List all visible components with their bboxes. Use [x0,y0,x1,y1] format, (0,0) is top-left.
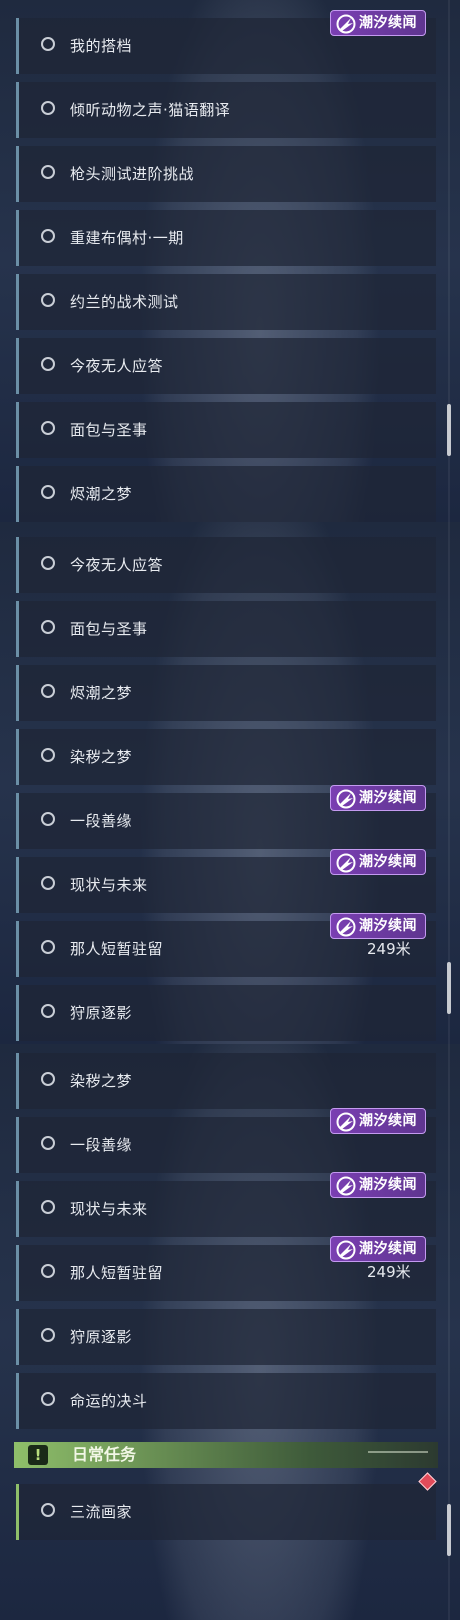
section-title: 日常任务 [72,1445,137,1464]
scrollbar-thumb[interactable] [447,962,451,1014]
circle-icon [41,357,55,371]
circle-icon [41,620,55,634]
quest-row[interactable]: 枪头测试进阶挑战 [16,146,436,202]
quest-row[interactable]: 重建布偶村·一期 [16,210,436,266]
quest-label: 染秽之梦 [70,1072,133,1090]
quest-list-panel-3: 染秽之梦 一段善缘 现状与未来 那人短暂驻留 狩原逐影 命运的决斗 潮汐续闻 潮… [0,1044,460,1620]
quest-label: 那人短暂驻留 [70,940,164,958]
badge-label: 潮汐续闻 [359,918,417,934]
circle-icon [41,1503,55,1517]
circle-icon [41,229,55,243]
badge-label: 潮汐续闻 [359,1113,417,1129]
quest-row[interactable]: 染秽之梦 [16,1053,436,1109]
tide-tale-badge: 潮汐续闻 [330,1236,426,1262]
badge-label: 潮汐续闻 [359,854,417,870]
quest-label: 面包与圣事 [70,421,148,439]
quest-row[interactable]: 约兰的战术测试 [16,274,436,330]
quest-row[interactable]: 面包与圣事 [16,601,436,657]
circle-icon [41,684,55,698]
circle-icon [41,1136,55,1150]
scrollbar-thumb[interactable] [447,404,451,456]
circle-icon [41,1004,55,1018]
distance-label: 249米 [367,1263,411,1281]
tide-tale-badge: 潮汐续闻 [330,913,426,939]
quest-row[interactable]: 今夜无人应答 [16,338,436,394]
circle-icon [41,1200,55,1214]
quest-label: 一段善缘 [70,1136,133,1154]
circle-icon [41,485,55,499]
quest-row[interactable]: 三流画家 [16,1484,436,1540]
tide-emblem-icon [336,14,356,34]
quest-list-panel-1: 我的搭档 倾听动物之声·猫语翻译 枪头测试进阶挑战 重建布偶村·一期 约兰的战术… [0,0,460,522]
quest-row[interactable]: 命运的决斗 [16,1373,436,1429]
quest-label: 三流画家 [70,1503,133,1521]
quest-row[interactable]: 烬潮之梦 [16,665,436,721]
circle-icon [41,1264,55,1278]
tide-tale-badge: 潮汐续闻 [330,1172,426,1198]
quest-row[interactable]: 染秽之梦 [16,729,436,785]
circle-icon [41,876,55,890]
quest-row[interactable]: 今夜无人应答 [16,537,436,593]
quest-label: 烬潮之梦 [70,684,133,702]
tide-tale-badge: 潮汐续闻 [330,1108,426,1134]
badge-label: 潮汐续闻 [359,15,417,31]
circle-icon [41,37,55,51]
tide-tale-badge: 潮汐续闻 [330,849,426,875]
quest-row[interactable]: 面包与圣事 [16,402,436,458]
daily-tasks-header[interactable]: 日常任务 [14,1442,438,1468]
tide-tale-badge: 潮汐续闻 [330,10,426,36]
circle-icon [41,1072,55,1086]
quest-label: 一段善缘 [70,812,133,830]
quest-label: 面包与圣事 [70,620,148,638]
circle-icon [41,556,55,570]
exclamation-icon [28,1445,48,1465]
tide-tale-badge: 潮汐续闻 [330,785,426,811]
tide-emblem-icon [336,1240,356,1260]
scrollbar-thumb[interactable] [447,1504,451,1556]
tide-emblem-icon [336,853,356,873]
quest-label: 命运的决斗 [70,1392,148,1410]
quest-label: 今夜无人应答 [70,357,164,375]
badge-label: 潮汐续闻 [359,1241,417,1257]
tide-emblem-icon [336,789,356,809]
circle-icon [41,165,55,179]
quest-label: 我的搭档 [70,37,133,55]
tide-emblem-icon [336,1176,356,1196]
quest-label: 现状与未来 [70,876,148,894]
circle-icon [41,101,55,115]
quest-label: 枪头测试进阶挑战 [70,165,195,183]
distance-label: 249米 [367,940,411,958]
badge-label: 潮汐续闻 [359,790,417,806]
quest-row[interactable]: 狩原逐影 [16,985,436,1041]
quest-label: 今夜无人应答 [70,556,164,574]
circle-icon [41,812,55,826]
quest-row[interactable]: 狩原逐影 [16,1309,436,1365]
quest-row[interactable]: 烬潮之梦 [16,466,436,522]
quest-label: 重建布偶村·一期 [70,229,184,247]
quest-label: 狩原逐影 [70,1004,133,1022]
circle-icon [41,1392,55,1406]
tide-emblem-icon [336,917,356,937]
circle-icon [41,940,55,954]
header-divider [368,1451,428,1453]
quest-label: 狩原逐影 [70,1328,133,1346]
circle-icon [41,421,55,435]
quest-label: 烬潮之梦 [70,485,133,503]
quest-list-panel-2: 今夜无人应答 面包与圣事 烬潮之梦 染秽之梦 一段善缘 现状与未来 那人短暂驻留… [0,522,460,1044]
quest-label: 那人短暂驻留 [70,1264,164,1282]
quest-row[interactable]: 倾听动物之声·猫语翻译 [16,82,436,138]
circle-icon [41,1328,55,1342]
tide-emblem-icon [336,1112,356,1132]
quest-label: 染秽之梦 [70,748,133,766]
badge-label: 潮汐续闻 [359,1177,417,1193]
circle-icon [41,293,55,307]
quest-label: 现状与未来 [70,1200,148,1218]
quest-label: 约兰的战术测试 [70,293,179,311]
circle-icon [41,748,55,762]
quest-label: 倾听动物之声·猫语翻译 [70,101,231,119]
